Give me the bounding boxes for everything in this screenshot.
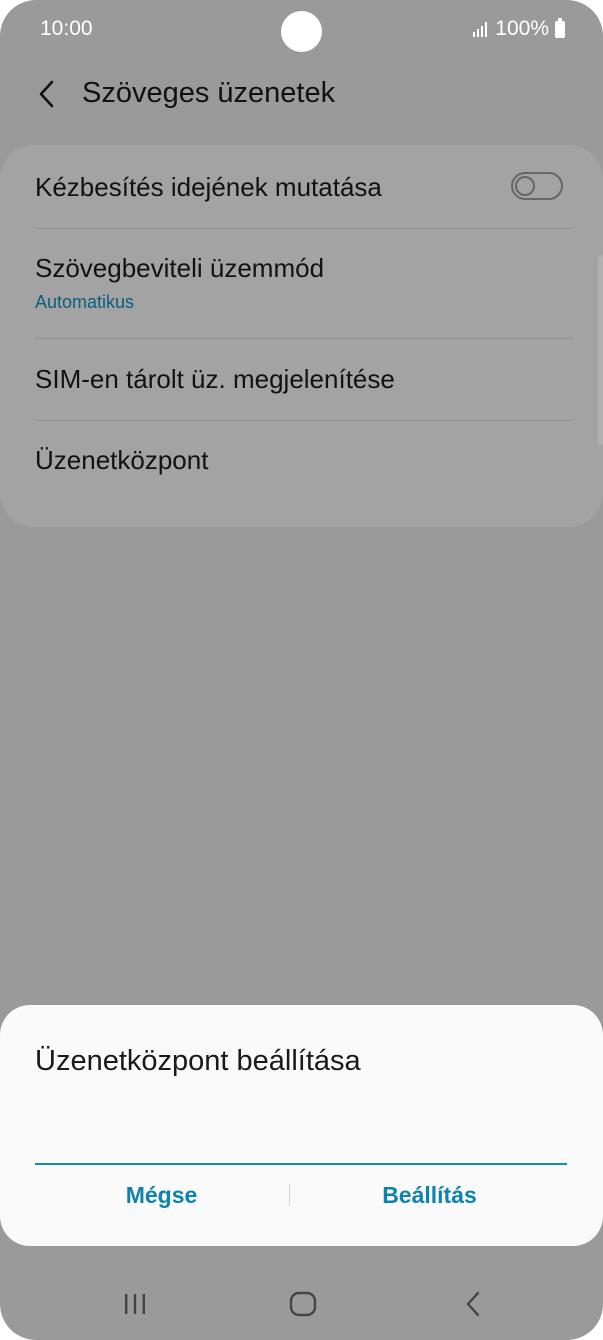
front-camera-cutout [281,11,322,52]
app-bar: Szöveges üzenetek [0,60,603,135]
back-arrow-icon [39,80,54,108]
back-button[interactable] [26,74,66,114]
setting-message-center[interactable]: Üzenetközpont [35,445,573,476]
divider [35,228,573,229]
back-nav-button[interactable] [443,1282,503,1326]
status-time: 10:00 [40,17,93,40]
signal-icon [473,21,488,37]
home-button[interactable] [273,1282,333,1326]
recent-apps-icon [125,1294,145,1314]
back-icon [466,1291,480,1317]
setting-delivery-time[interactable]: Kézbesítés idejének mutatása [35,172,573,203]
cancel-button[interactable]: Mégse [35,1170,288,1220]
status-bar: 10:00 100% [0,0,603,60]
setting-label: Szövegbeviteli üzemmód [35,253,325,283]
button-separator [289,1184,290,1206]
message-center-dialog: Üzenetközpont beállítása Mégse Beállítás [0,1005,603,1246]
setting-sim-messages[interactable]: SIM-en tárolt üz. megjelenítése [35,364,573,395]
scrollbar[interactable] [598,255,603,445]
battery-percentage: 100% [495,17,549,40]
divider [35,338,573,339]
phone-screen: 10:00 100% Szöveges üzenetek Kézbesítés … [0,0,603,1340]
setting-input-mode[interactable]: Szövegbeviteli üzemmód Automatikus [35,253,573,313]
setting-label: Üzenetközpont [35,445,209,475]
settings-card: Kézbesítés idejének mutatása Szövegbevit… [0,145,603,527]
recent-apps-button[interactable] [105,1282,165,1326]
set-button[interactable]: Beállítás [292,1170,567,1220]
message-center-number-input[interactable] [35,1115,567,1165]
toggle-knob [515,176,535,196]
home-icon [289,1291,317,1317]
setting-label: SIM-en tárolt üz. megjelenítése [35,364,395,394]
delivery-time-toggle[interactable] [511,172,563,200]
setting-sublabel: Automatikus [35,292,135,312]
dialog-title: Üzenetközpont beállítása [35,1045,361,1077]
setting-label: Kézbesítés idejének mutatása [35,172,382,202]
status-indicators: 100% [473,17,565,41]
divider [35,420,573,421]
battery-icon [555,17,565,38]
navigation-bar [0,1266,603,1340]
page-title: Szöveges üzenetek [82,77,336,109]
